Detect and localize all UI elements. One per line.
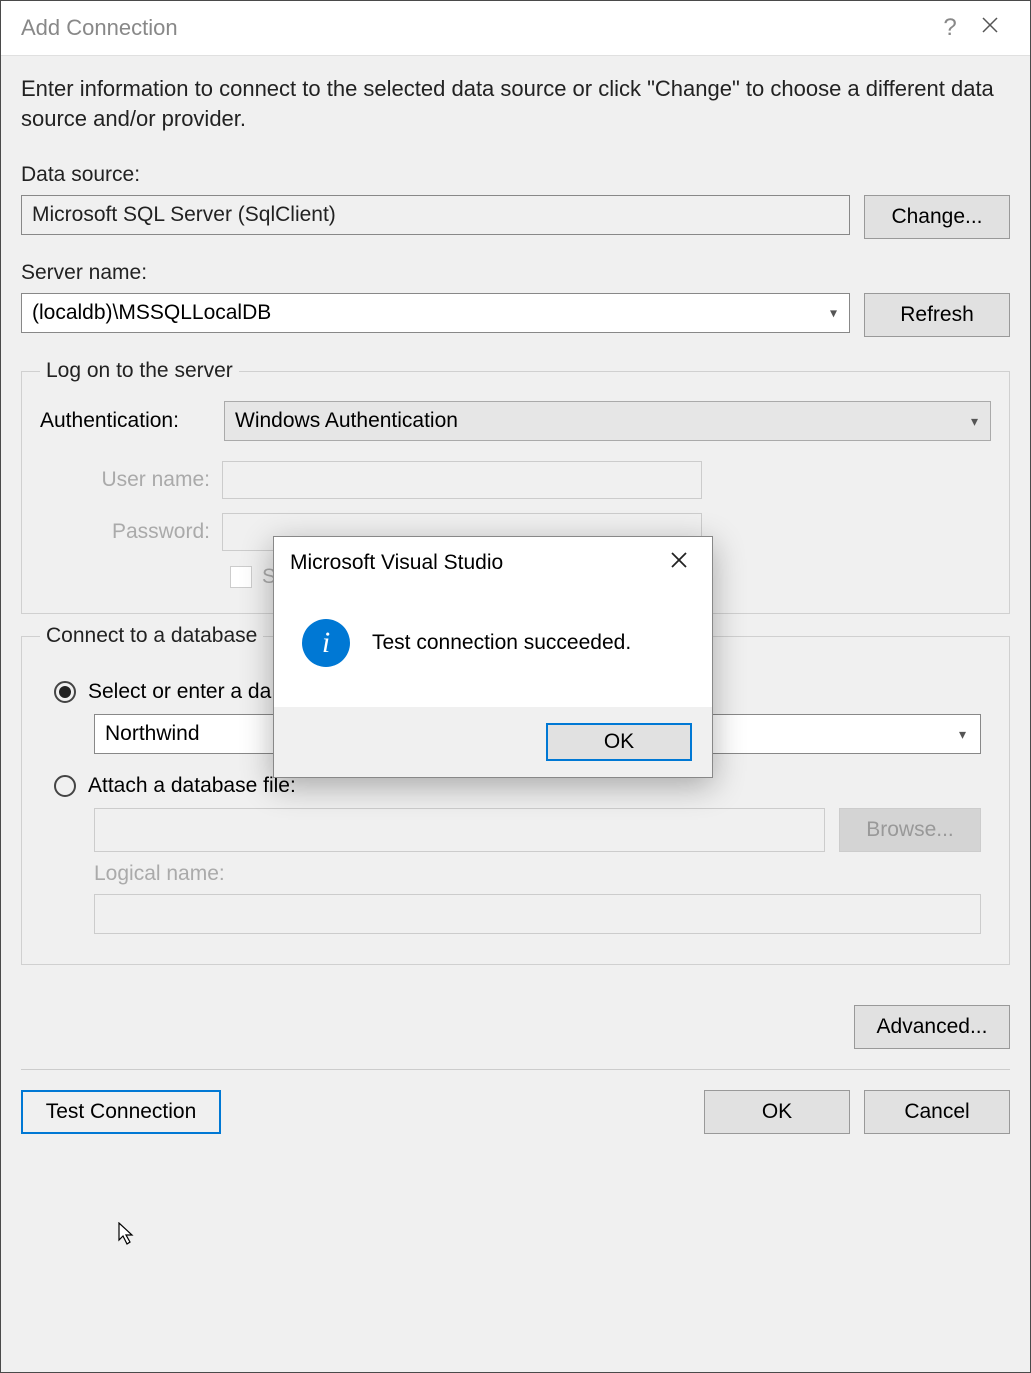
popup-title: Microsoft Visual Studio [290, 551, 662, 575]
data-source-label: Data source: [21, 163, 1010, 187]
server-name-combo[interactable]: (localdb)\MSSQLLocalDB ▾ [21, 293, 850, 333]
logical-name-label: Logical name: [94, 862, 991, 886]
close-icon[interactable] [970, 16, 1010, 40]
data-source-field: Microsoft SQL Server (SqlClient) [21, 195, 850, 235]
popup-message: Test connection succeeded. [372, 631, 631, 655]
save-password-checkbox [230, 566, 252, 588]
popup-close-icon[interactable] [662, 547, 696, 579]
attach-file-radio[interactable] [54, 775, 76, 797]
connect-database-legend: Connect to a database [40, 624, 263, 648]
username-input [222, 461, 702, 499]
chevron-down-icon: ▾ [971, 413, 978, 430]
authentication-select[interactable]: Windows Authentication ▾ [224, 401, 991, 441]
advanced-button[interactable]: Advanced... [854, 1005, 1010, 1049]
attach-file-label: Attach a database file: [88, 774, 296, 798]
divider [21, 1069, 1010, 1070]
attach-file-input [94, 808, 825, 852]
chevron-down-icon: ▾ [959, 726, 966, 743]
change-button[interactable]: Change... [864, 195, 1010, 239]
popup-ok-button[interactable]: OK [546, 723, 692, 761]
select-database-radio[interactable] [54, 681, 76, 703]
dialog-title: Add Connection [21, 15, 930, 41]
test-connection-popup: Microsoft Visual Studio i Test connectio… [273, 536, 713, 778]
authentication-label: Authentication: [40, 409, 200, 433]
help-icon[interactable]: ? [930, 14, 970, 42]
server-name-label: Server name: [21, 261, 1010, 285]
intro-text: Enter information to connect to the sele… [21, 74, 1010, 133]
chevron-down-icon: ▾ [830, 305, 837, 322]
logon-legend: Log on to the server [40, 359, 239, 383]
browse-button: Browse... [839, 808, 981, 852]
refresh-button[interactable]: Refresh [864, 293, 1010, 337]
username-label: User name: [80, 468, 210, 492]
test-connection-button[interactable]: Test Connection [21, 1090, 221, 1134]
password-label: Password: [80, 520, 210, 544]
select-database-label: Select or enter a da [88, 680, 271, 704]
titlebar: Add Connection ? [1, 1, 1030, 56]
cancel-button[interactable]: Cancel [864, 1090, 1010, 1134]
ok-button[interactable]: OK [704, 1090, 850, 1134]
logical-name-input [94, 894, 981, 934]
info-icon: i [302, 619, 350, 667]
